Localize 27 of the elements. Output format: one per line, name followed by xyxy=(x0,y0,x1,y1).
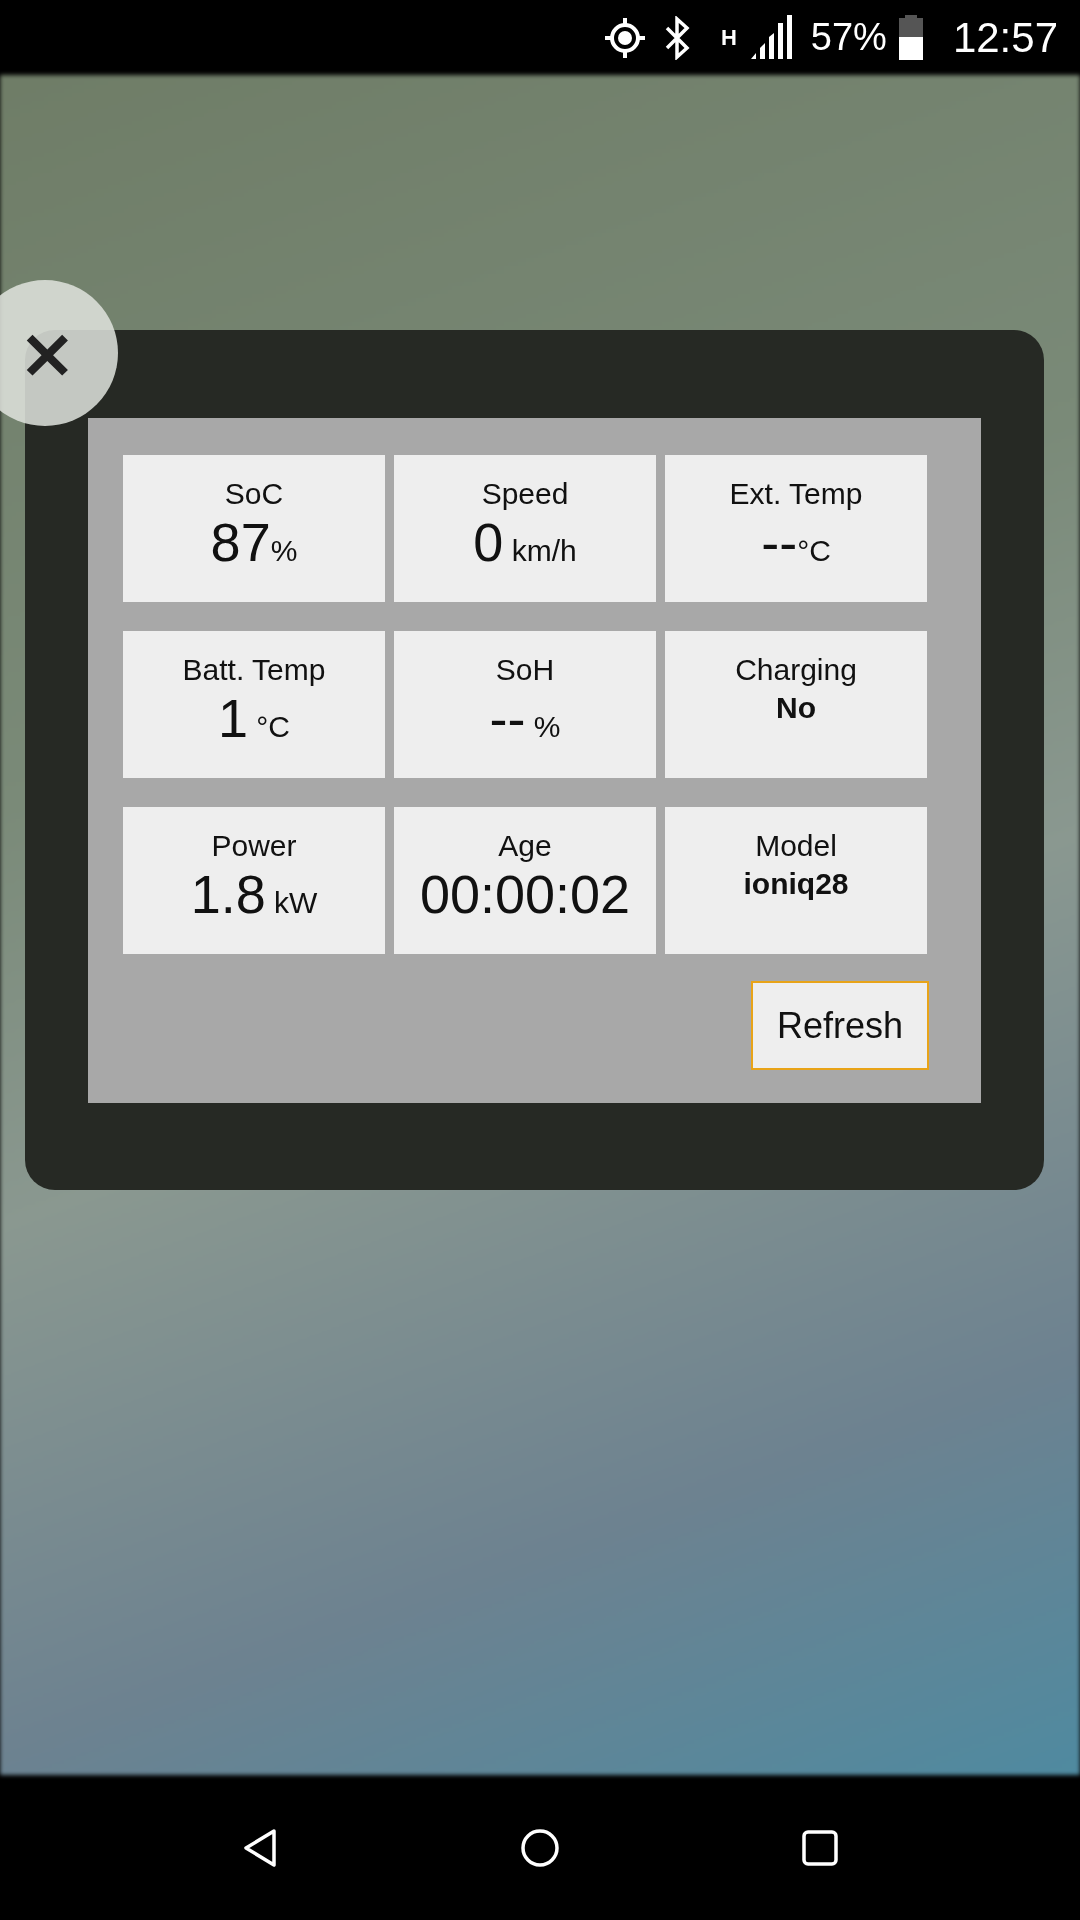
tile-value: 1°C xyxy=(217,687,290,749)
tile-value: 87% xyxy=(210,511,298,573)
tile-value: ioniq28 xyxy=(743,867,849,901)
tile-label: Power xyxy=(211,829,297,863)
tile-value: 0 km/h xyxy=(473,511,577,573)
clock: 12:57 xyxy=(952,13,1058,62)
home-icon[interactable] xyxy=(520,1827,560,1868)
tile-label: SoC xyxy=(224,477,284,511)
battery-percent: 57% xyxy=(810,16,887,59)
location-icon xyxy=(602,15,647,60)
back-icon[interactable] xyxy=(242,1827,278,1868)
tile-label: Model xyxy=(755,829,837,863)
tile-value: 1.8 kW xyxy=(190,863,318,925)
tile-value: No xyxy=(776,691,816,725)
tile-value: --% xyxy=(489,687,561,749)
tile-label: Batt. Temp xyxy=(182,653,326,687)
tile-label: Ext. Temp xyxy=(729,477,863,511)
network-type: H xyxy=(720,24,737,51)
tile-label: Charging xyxy=(735,653,857,687)
tile-value: 00:00:02 xyxy=(419,863,631,925)
battery-icon xyxy=(896,14,925,61)
recents-icon[interactable] xyxy=(802,1829,838,1866)
tile-label: Speed xyxy=(481,477,569,511)
tile-value: --°C xyxy=(761,511,831,573)
refresh-button[interactable]: Refresh xyxy=(751,981,929,1070)
tile-label: Age xyxy=(498,829,552,863)
tile-label: SoH xyxy=(495,653,555,687)
